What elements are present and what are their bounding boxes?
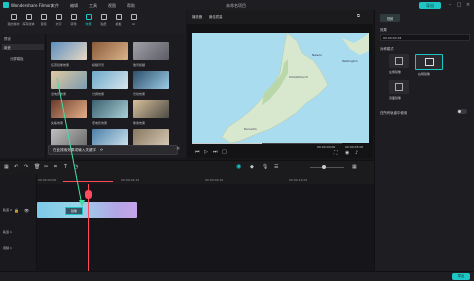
drag-arrow [56, 77, 85, 207]
status-export-button[interactable]: 导出 [452, 273, 470, 280]
status-bar: 导出 [0, 271, 474, 281]
